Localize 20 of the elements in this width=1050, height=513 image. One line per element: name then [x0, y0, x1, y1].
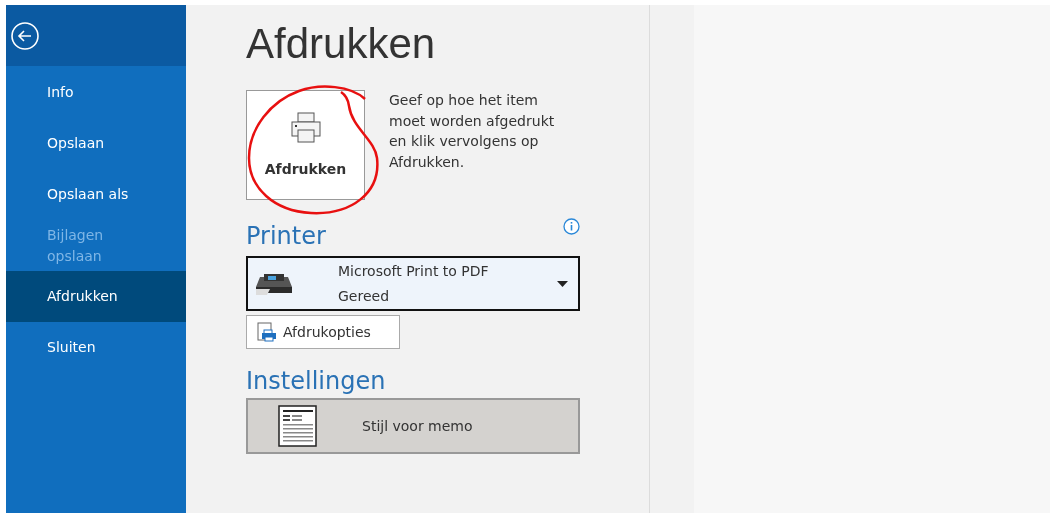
caret-icon — [557, 280, 568, 287]
sidebar-item[interactable]: Opslaan — [6, 118, 186, 169]
print-description: Geef op hoe het item moet worden afgedrukt en klik vervolgens op Afdrukken. — [389, 91, 556, 172]
section-heading: Printer — [246, 224, 326, 248]
memo-style-dropdown[interactable]: Stijl voor memo — [246, 398, 580, 454]
sidebar-item[interactable]: Info — [6, 67, 186, 118]
back-icon[interactable] — [10, 20, 40, 51]
info-icon[interactable] — [563, 218, 580, 235]
printer-status: Gereed — [338, 286, 391, 306]
sidebar-item[interactable]: Opslaan als — [6, 169, 186, 220]
section-heading: Instellingen — [246, 369, 387, 393]
sidebar-item[interactable]: Sluiten — [6, 322, 186, 373]
print-options-button[interactable]: Afdrukopties — [246, 315, 400, 349]
document-icon — [278, 405, 318, 447]
sidebar-item[interactable]: Afdrukken — [6, 271, 186, 322]
print-button[interactable]: Afdrukken — [246, 90, 365, 200]
print-options-icon — [257, 322, 277, 342]
page-title: Afdrukken — [246, 23, 437, 65]
printer-dropdown[interactable]: Microsoft Print to PDF Gereed — [246, 256, 580, 311]
printer-name: Microsoft Print to PDF — [338, 261, 490, 281]
